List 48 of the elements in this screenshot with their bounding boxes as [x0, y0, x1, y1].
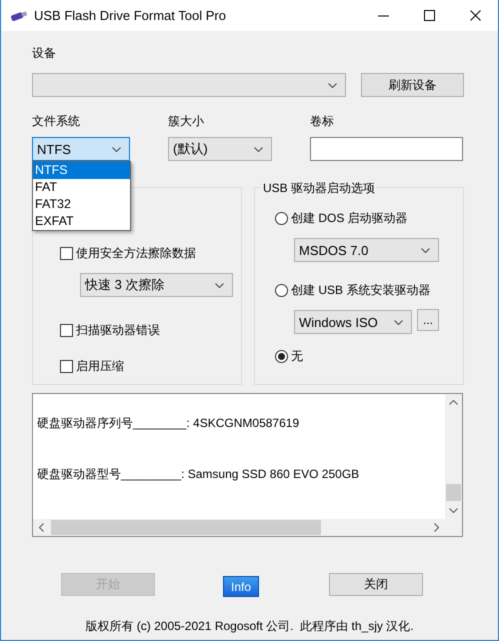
maximize-icon: [424, 10, 434, 21]
radio-button[interactable]: [275, 212, 288, 225]
field-label: 文件系统: [32, 113, 80, 130]
dropdown[interactable]: (默认): [168, 137, 272, 161]
checkbox[interactable]: [60, 360, 73, 373]
caret-icon: [421, 248, 430, 252]
action-button[interactable]: 关闭: [329, 573, 423, 596]
field-label: 设备: [32, 45, 56, 62]
radio-label: 创建 USB 系统安装驱动器: [291, 282, 430, 299]
horizontal-scrollbar[interactable]: [33, 519, 462, 536]
action-button[interactable]: Info: [223, 576, 259, 597]
radio-button[interactable]: [275, 350, 288, 363]
browse-button[interactable]: ...: [417, 309, 439, 331]
refresh-button[interactable]: 刷新设备: [361, 73, 464, 97]
copyright-text: 版权所有 (c) 2005-2021 Rogosoft 公司. 此程序由 th_sjy 汉化.: [85, 619, 414, 633]
checkbox[interactable]: [60, 324, 73, 337]
caret-icon: [254, 146, 263, 152]
caret-icon: [112, 146, 121, 152]
field-label: 卷标: [310, 113, 334, 130]
group-title: USB 驱动器启动选项: [261, 180, 378, 197]
dropdown[interactable]: NTFS: [32, 137, 130, 161]
checkbox-label: 使用安全方法擦除数据: [76, 245, 196, 262]
usb-drive-icon: [10, 10, 28, 22]
dropdown-option[interactable]: FAT: [33, 179, 130, 196]
caret-icon: [328, 82, 337, 88]
radio-label: 创建 DOS 启动驱动器: [291, 210, 408, 227]
volume-label-field[interactable]: [310, 137, 463, 161]
field-label: 簇大小: [168, 113, 204, 130]
dropdown[interactable]: 快速 3 次擦除: [80, 273, 233, 297]
scroll-thumb[interactable]: [446, 484, 461, 501]
dropdown[interactable]: Windows ISO: [294, 310, 412, 334]
checkbox[interactable]: [60, 247, 73, 260]
checkbox-label: 扫描驱动器错误: [76, 322, 160, 339]
scroll-thumb[interactable]: [51, 520, 321, 535]
radio-label: 无: [291, 348, 303, 365]
dropdown[interactable]: MSDOS 7.0: [294, 238, 439, 262]
caret-icon: [394, 320, 403, 324]
dropdown-option[interactable]: EXFAT: [33, 213, 130, 230]
log-line: 硬盘驱动器序列号________: 4SKCGNM0587619: [37, 415, 300, 432]
log-line: 硬盘驱动器型号_________: Samsung SSD 860 EVO 250GB: [37, 466, 360, 483]
dropdown-option[interactable]: NTFS: [33, 162, 130, 179]
vertical-scrollbar[interactable]: [445, 394, 462, 519]
caret-icon: [215, 282, 224, 288]
radio-button[interactable]: [275, 284, 288, 297]
dropdown-option[interactable]: FAT32: [33, 196, 130, 213]
close-icon: [470, 10, 480, 21]
checkbox-label: 启用压缩: [76, 358, 124, 375]
window-title: USB Flash Drive Format Tool Pro: [34, 8, 227, 23]
